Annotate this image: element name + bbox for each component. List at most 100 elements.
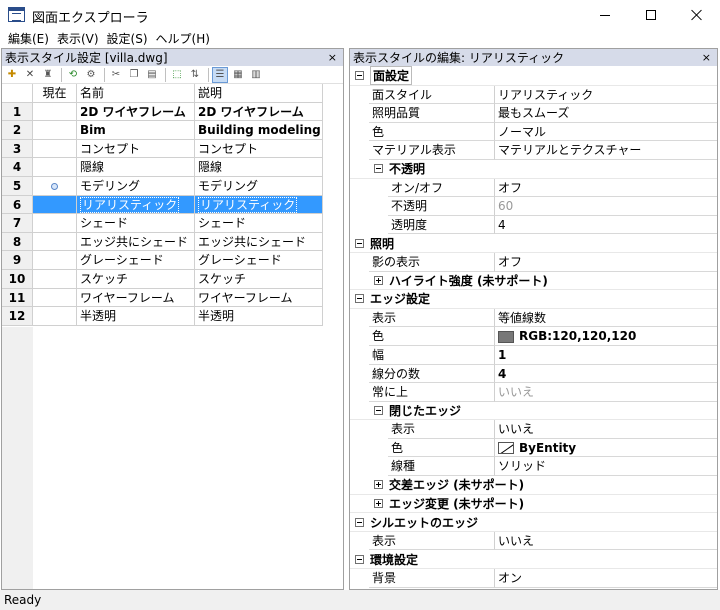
- property-value[interactable]: いいえ: [495, 383, 717, 402]
- category-environment[interactable]: 環境設定: [350, 550, 717, 570]
- table-row[interactable]: 9 グレーシェード グレーシェード: [2, 251, 343, 270]
- property-value[interactable]: 等値線数: [495, 309, 717, 328]
- category-edge[interactable]: エッジ設定: [350, 290, 717, 309]
- name-cell[interactable]: ワイヤーフレーム: [77, 288, 195, 308]
- name-cell[interactable]: グレーシェード: [77, 251, 195, 270]
- table-row[interactable]: 11 ワイヤーフレーム ワイヤーフレーム: [2, 288, 343, 308]
- collapse-icon[interactable]: [355, 554, 364, 564]
- property-row[interactable]: 面スタイル リアリスティック: [350, 85, 717, 105]
- name-cell[interactable]: コンセプト: [77, 139, 195, 159]
- row-number[interactable]: 7: [2, 214, 33, 233]
- current-cell[interactable]: [33, 102, 77, 122]
- new-style-icon[interactable]: ✚: [4, 67, 20, 83]
- collapse-icon[interactable]: [355, 238, 364, 248]
- category-intersect-edge[interactable]: 交差エッジ (未サポート): [350, 476, 717, 495]
- category-highlight[interactable]: ハイライト強度 (未サポート): [350, 272, 717, 291]
- description-cell[interactable]: ワイヤーフレーム: [195, 288, 323, 308]
- property-row[interactable]: 線種 ソリッド: [350, 457, 717, 477]
- description-cell[interactable]: 2D ワイヤフレーム: [195, 102, 323, 122]
- property-value-color[interactable]: ByEntity: [495, 439, 717, 458]
- refresh-icon[interactable]: ⚙: [83, 67, 99, 83]
- cut-icon[interactable]: ✂: [108, 67, 124, 83]
- name-cell[interactable]: 隠線: [77, 158, 195, 177]
- property-row[interactable]: 影の表示 オフ: [350, 252, 717, 272]
- current-cell[interactable]: [33, 307, 77, 326]
- description-cell[interactable]: リアリスティック: [195, 195, 323, 215]
- property-value[interactable]: ソリッド: [495, 457, 717, 477]
- property-value[interactable]: オン: [495, 569, 717, 588]
- table-row[interactable]: 1 2D ワイヤフレーム 2D ワイヤフレーム: [2, 102, 343, 122]
- minimize-button[interactable]: [582, 0, 628, 30]
- purge-icon[interactable]: ♜: [40, 67, 56, 83]
- property-value[interactable]: 1: [495, 346, 717, 365]
- property-row[interactable]: 表示 いいえ: [350, 531, 717, 551]
- property-value-color[interactable]: RGB:120,120,120: [495, 327, 717, 346]
- row-number[interactable]: 2: [2, 121, 33, 140]
- property-value[interactable]: いいえ: [495, 532, 717, 551]
- row-number[interactable]: 12: [2, 307, 33, 326]
- collapse-icon[interactable]: [374, 405, 383, 415]
- table-row[interactable]: 10 スケッチ スケッチ: [2, 269, 343, 289]
- display-style-panel-close-button[interactable]: ×: [328, 49, 337, 66]
- property-row[interactable]: 照明品質 最もスムーズ: [350, 104, 717, 123]
- row-number[interactable]: 1: [2, 102, 33, 122]
- property-value[interactable]: 最もスムーズ: [495, 104, 717, 123]
- category-face[interactable]: 面設定: [350, 66, 717, 86]
- style-editor-panel-close-button[interactable]: ×: [702, 49, 711, 66]
- property-row[interactable]: 常に上 いいえ: [350, 383, 717, 402]
- name-cell[interactable]: モデリング: [77, 176, 195, 196]
- delete-style-icon[interactable]: ✕: [22, 67, 38, 83]
- property-value[interactable]: マテリアルとテクスチャー: [495, 141, 717, 160]
- table-row[interactable]: 4 隠線 隠線: [2, 158, 343, 177]
- property-value[interactable]: 4: [495, 216, 717, 235]
- close-window-button[interactable]: [674, 0, 720, 30]
- description-cell[interactable]: 隠線: [195, 158, 323, 177]
- property-row[interactable]: 背景 オン: [350, 569, 717, 588]
- table-row[interactable]: 3 コンセプト コンセプト: [2, 139, 343, 159]
- menu-view[interactable]: 表示(V): [53, 30, 103, 48]
- copy-icon[interactable]: ❐: [126, 67, 142, 83]
- row-number[interactable]: 6: [2, 195, 33, 215]
- row-number[interactable]: 8: [2, 232, 33, 252]
- current-cell[interactable]: [33, 269, 77, 289]
- row-number[interactable]: 10: [2, 269, 33, 289]
- current-cell[interactable]: [33, 139, 77, 159]
- property-row[interactable]: オン/オフ オフ: [350, 178, 717, 198]
- collapse-icon[interactable]: [355, 71, 364, 81]
- property-row[interactable]: 色ノーマル: [350, 122, 717, 142]
- name-cell[interactable]: シェード: [77, 214, 195, 233]
- property-value[interactable]: オフ: [495, 253, 717, 272]
- category-opacity[interactable]: 不透明: [350, 160, 717, 179]
- property-value[interactable]: ノーマル: [495, 123, 717, 142]
- current-cell[interactable]: [33, 195, 77, 215]
- current-cell[interactable]: [33, 158, 77, 177]
- current-cell[interactable]: [33, 176, 77, 196]
- property-row[interactable]: 不透明 60: [350, 197, 717, 216]
- expand-icon[interactable]: [374, 498, 383, 508]
- paste-icon[interactable]: ▤: [144, 67, 160, 83]
- name-cell[interactable]: エッジ共にシェード: [77, 232, 195, 252]
- collapse-icon[interactable]: [374, 164, 383, 174]
- property-row[interactable]: 表示 等値線数: [350, 308, 717, 328]
- description-cell[interactable]: スケッチ: [195, 269, 323, 289]
- property-row[interactable]: 線分の数 4: [350, 364, 717, 384]
- name-cell[interactable]: スケッチ: [77, 269, 195, 289]
- description-cell[interactable]: グレーシェード: [195, 251, 323, 270]
- menu-edit[interactable]: 編集(E): [4, 30, 53, 48]
- row-number[interactable]: 5: [2, 176, 33, 196]
- description-cell[interactable]: コンセプト: [195, 139, 323, 159]
- property-value[interactable]: 4: [495, 365, 717, 384]
- import-icon[interactable]: ⬚: [169, 67, 185, 83]
- table-row[interactable]: 12 半透明 半透明: [2, 307, 343, 326]
- property-row[interactable]: 色 RGB:120,120,120: [350, 327, 717, 346]
- property-row[interactable]: 表示 いいえ: [350, 420, 717, 439]
- property-row[interactable]: 色 ByEntity: [350, 438, 717, 458]
- current-cell[interactable]: [33, 232, 77, 252]
- current-column-header[interactable]: 現在: [33, 84, 77, 103]
- name-cell[interactable]: 半透明: [77, 307, 195, 326]
- name-column-header[interactable]: 名前: [77, 84, 195, 103]
- description-cell[interactable]: 半透明: [195, 307, 323, 326]
- category-silhouette[interactable]: シルエットのエッジ: [350, 513, 717, 532]
- table-row[interactable]: 5 モデリング モデリング: [2, 176, 343, 196]
- menu-settings[interactable]: 設定(S): [103, 30, 152, 48]
